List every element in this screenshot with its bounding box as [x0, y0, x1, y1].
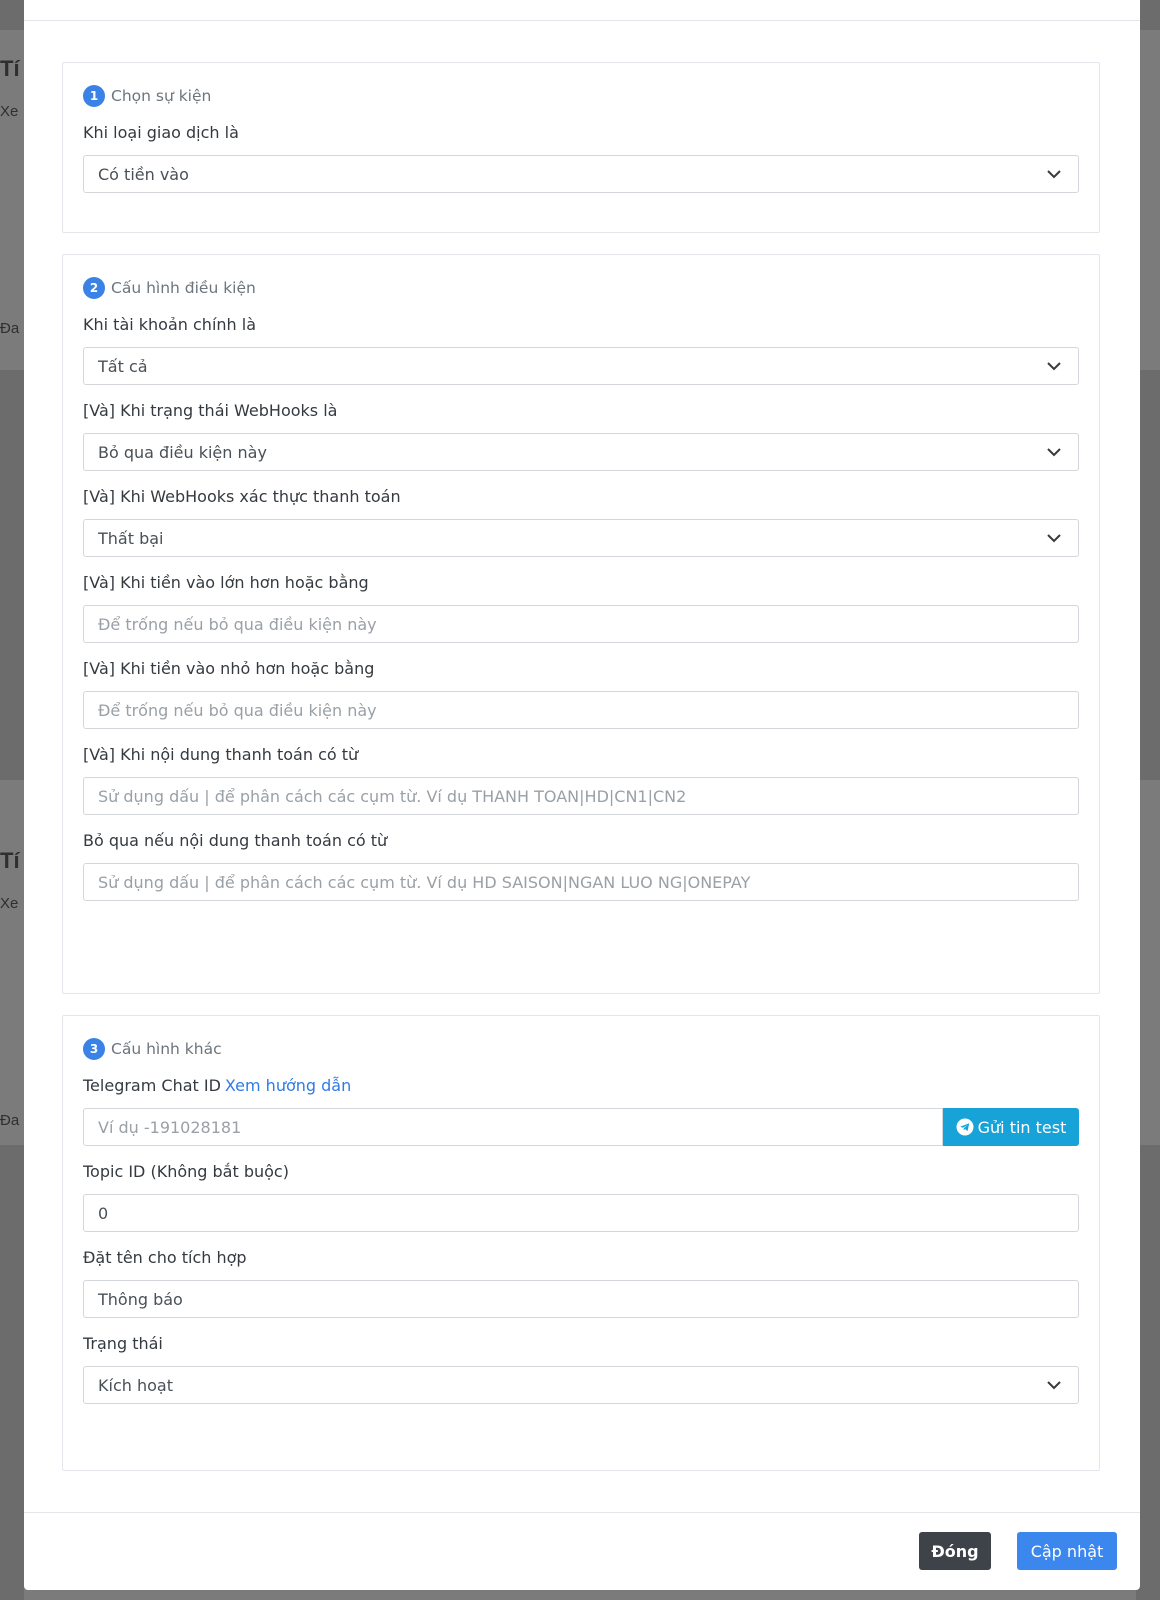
guide-link[interactable]: Xem hướng dẫn: [225, 1076, 351, 1095]
field-label: [Và] Khi tiền vào nhỏ hơn hoặc bằng: [83, 659, 375, 678]
max-amount-field: [Và] Khi tiền vào nhỏ hơn hoặc bằng Để t…: [83, 657, 1079, 729]
bg-text-fragment: Xe: [0, 103, 19, 120]
chevron-down-icon: [1047, 170, 1061, 179]
topic-id-field: Topic ID (Không bắt buộc) 0: [83, 1160, 1079, 1232]
section-other-config: 3 Cấu hình khác Telegram Chat ID Xem hướn…: [62, 1015, 1100, 1471]
step-badge: 2: [83, 277, 105, 299]
webhook-verify-field: [Và] Khi WebHooks xác thực thanh toán Th…: [83, 485, 1079, 557]
main-account-select[interactable]: Tất cả: [83, 347, 1079, 385]
min-amount-field: [Và] Khi tiền vào lớn hơn hoặc bằng Để t…: [83, 571, 1079, 643]
section-header: 3 Cấu hình khác: [83, 1038, 1079, 1060]
section-header: 1 Chọn sự kiện: [83, 85, 1079, 107]
bg-heading-fragment: Tí: [0, 56, 20, 81]
transaction-type-select[interactable]: Có tiền vào: [83, 155, 1079, 193]
field-label: Topic ID (Không bắt buộc): [83, 1162, 289, 1181]
send-test-label: Gửi tin test: [977, 1117, 1067, 1137]
select-value: Thất bại: [98, 528, 164, 548]
integration-name-input[interactable]: Thông báo: [83, 1280, 1079, 1318]
input-placeholder: Sử dụng dấu | để phân cách các cụm từ. V…: [98, 786, 687, 806]
webhook-verify-select[interactable]: Thất bại: [83, 519, 1079, 557]
send-test-button[interactable]: Gửi tin test: [943, 1108, 1079, 1146]
field-label: Khi tài khoản chính là: [83, 315, 256, 334]
bg-overlay-strip: [0, 370, 24, 780]
status-field: Trạng thái Kích hoạt: [83, 1332, 1079, 1404]
webhook-status-field: [Và] Khi trạng thái WebHooks là Bỏ qua đ…: [83, 399, 1079, 471]
telegram-label: Telegram Chat ID: [83, 1076, 221, 1095]
telegram-chat-id-input[interactable]: Ví dụ -191028181: [83, 1108, 943, 1146]
main-account-field: Khi tài khoản chính là Tất cả: [83, 313, 1079, 385]
section-title: Cấu hình khác: [111, 1040, 222, 1058]
content-include-input[interactable]: Sử dụng dấu | để phân cách các cụm từ. V…: [83, 777, 1079, 815]
bg-text-fragment: Đa: [0, 320, 20, 337]
field-label: [Và] Khi nội dung thanh toán có từ: [83, 745, 359, 764]
bg-overlay-strip: [0, 0, 24, 30]
chevron-down-icon: [1047, 534, 1061, 543]
field-label: Bỏ qua nếu nội dung thanh toán có từ: [83, 831, 388, 850]
chevron-down-icon: [1047, 448, 1061, 457]
select-value: Tất cả: [98, 356, 148, 376]
webhook-status-select[interactable]: Bỏ qua điều kiện này: [83, 433, 1079, 471]
section-choose-event: 1 Chọn sự kiện Khi loại giao dịch là Có …: [62, 62, 1100, 233]
bg-text-fragment: Xe: [0, 895, 19, 912]
section-title: Cấu hình điều kiện: [111, 279, 256, 297]
content-include-field: [Và] Khi nội dung thanh toán có từ Sử dụ…: [83, 743, 1079, 815]
bg-heading-fragment: Tí: [0, 848, 20, 873]
telegram-chat-id-field: Telegram Chat ID Xem hướng dẫn Ví dụ -191…: [83, 1074, 1079, 1146]
select-value: Kích hoạt: [98, 1375, 173, 1395]
field-label: [Và] Khi WebHooks xác thực thanh toán: [83, 487, 401, 506]
step-badge: 1: [83, 85, 105, 107]
field-label: Đặt tên cho tích hợp: [83, 1248, 247, 1267]
bg-overlay-strip: [0, 1145, 24, 1600]
chevron-down-icon: [1047, 1381, 1061, 1390]
content-exclude-input[interactable]: Sử dụng dấu | để phân cách các cụm từ. V…: [83, 863, 1079, 901]
topic-id-input[interactable]: 0: [83, 1194, 1079, 1232]
section-header: 2 Cấu hình điều kiện: [83, 277, 1079, 299]
select-value: Bỏ qua điều kiện này: [98, 442, 267, 462]
input-placeholder: Sử dụng dấu | để phân cách các cụm từ. V…: [98, 872, 751, 892]
integration-modal: 1 Chọn sự kiện Khi loại giao dịch là Có …: [24, 0, 1140, 1590]
chevron-down-icon: [1047, 362, 1061, 371]
field-label: Khi loại giao dịch là: [83, 123, 239, 142]
close-button[interactable]: Đóng: [919, 1532, 991, 1570]
input-placeholder: Ví dụ -191028181: [98, 1117, 242, 1137]
section-title: Chọn sự kiện: [111, 87, 212, 105]
integration-name-field: Đặt tên cho tích hợp Thông báo: [83, 1246, 1079, 1318]
modal-footer-divider: [24, 1512, 1140, 1513]
input-placeholder: Để trống nếu bỏ qua điều kiện này: [98, 700, 377, 720]
step-badge: 3: [83, 1038, 105, 1060]
telegram-icon: [956, 1118, 974, 1136]
select-value: Có tiền vào: [98, 164, 189, 184]
input-placeholder: Để trống nếu bỏ qua điều kiện này: [98, 614, 377, 634]
content-exclude-field: Bỏ qua nếu nội dung thanh toán có từ Sử …: [83, 829, 1079, 901]
modal-header-divider: [24, 20, 1140, 21]
max-amount-input[interactable]: Để trống nếu bỏ qua điều kiện này: [83, 691, 1079, 729]
min-amount-input[interactable]: Để trống nếu bỏ qua điều kiện này: [83, 605, 1079, 643]
transaction-type-field: Khi loại giao dịch là Có tiền vào: [83, 121, 1079, 193]
section-conditions: 2 Cấu hình điều kiện Khi tài khoản chính…: [62, 254, 1100, 994]
field-label: [Và] Khi tiền vào lớn hơn hoặc bằng: [83, 573, 369, 592]
input-value: Thông báo: [98, 1289, 183, 1309]
status-select[interactable]: Kích hoạt: [83, 1366, 1079, 1404]
field-label: Trạng thái: [83, 1334, 163, 1353]
input-value: 0: [98, 1203, 109, 1223]
telegram-input-group: Ví dụ -191028181 Gửi tin test: [83, 1108, 1079, 1146]
field-label: [Và] Khi trạng thái WebHooks là: [83, 401, 338, 420]
update-button[interactable]: Cập nhật: [1017, 1532, 1117, 1570]
bg-text-fragment: Đa: [0, 1112, 20, 1129]
field-label: Telegram Chat ID Xem hướng dẫn: [83, 1074, 1079, 1098]
